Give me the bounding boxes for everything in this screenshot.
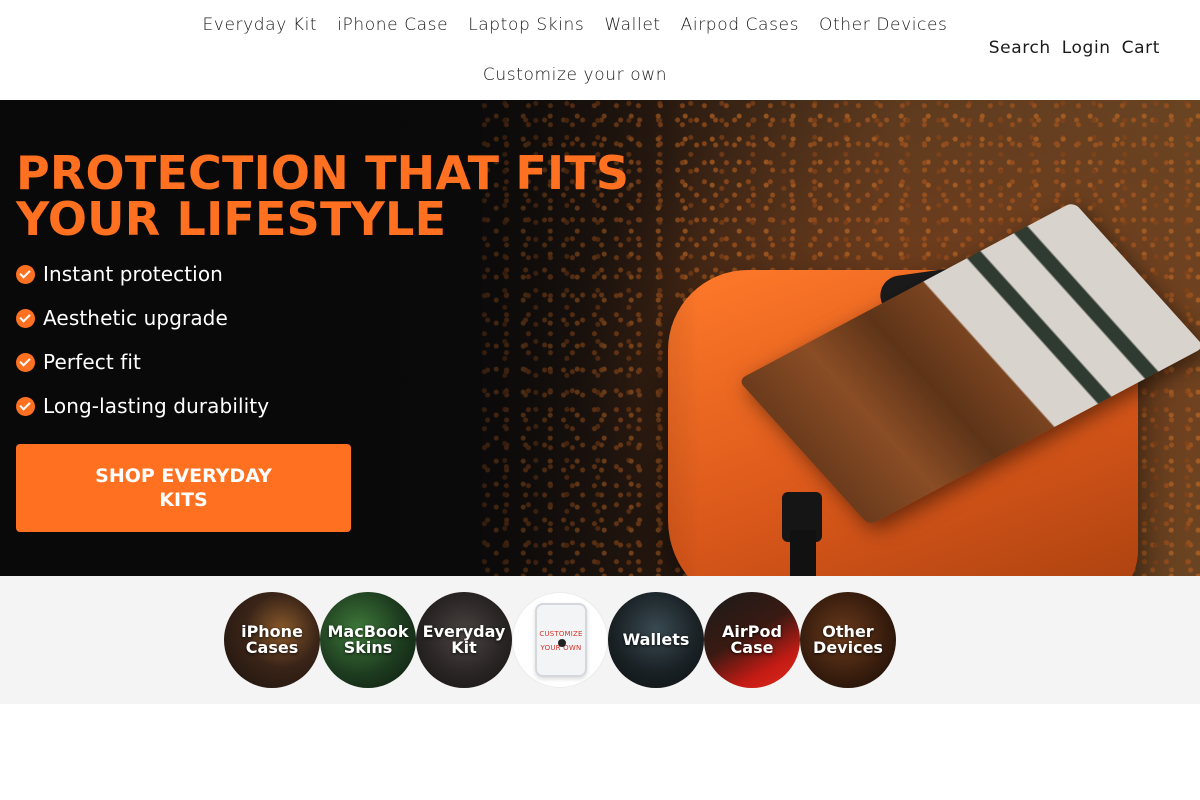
benefit-item: Long-lasting durability xyxy=(16,384,636,428)
category-everyday-kit[interactable]: Everyday Kit xyxy=(416,592,512,688)
check-icon xyxy=(16,396,35,416)
category-label: AirPod Case xyxy=(722,622,782,657)
site-header: Everyday Kit iPhone Case Laptop Skins Wa… xyxy=(0,0,1200,100)
nav-link-iphone-case[interactable]: iPhone Case xyxy=(337,15,448,35)
check-icon xyxy=(16,308,35,328)
category-customize-your-own[interactable]: CUSTOMIZE YOUR OWN xyxy=(512,592,608,688)
search-link[interactable]: Search xyxy=(989,38,1051,58)
nav-link-laptop-skins[interactable]: Laptop Skins xyxy=(468,15,584,35)
nav-row-primary: Everyday Kit iPhone Case Laptop Skins Wa… xyxy=(0,0,1150,50)
check-icon xyxy=(16,352,35,372)
benefit-text: Instant protection xyxy=(43,262,223,286)
main-nav: Everyday Kit iPhone Case Laptop Skins Wa… xyxy=(0,0,1150,100)
apple-logo-icon xyxy=(558,639,566,647)
check-icon xyxy=(16,264,35,284)
nav-link-customize[interactable]: Customize your own xyxy=(483,65,667,85)
shop-everyday-kits-button[interactable]: SHOP EVERYDAY KITS xyxy=(16,444,351,532)
benefit-text: Perfect fit xyxy=(43,350,141,374)
backpack-strap-lower xyxy=(790,530,816,576)
benefit-list: Instant protection Aesthetic upgrade Per… xyxy=(16,252,636,428)
benefit-item: Perfect fit xyxy=(16,340,636,384)
nav-link-other-devices[interactable]: Other Devices xyxy=(819,15,947,35)
benefit-item: Instant protection xyxy=(16,252,636,296)
cta-label: SHOP EVERYDAY KITS xyxy=(95,465,272,511)
category-label: iPhone Cases xyxy=(241,622,303,657)
category-label: MacBook Skins xyxy=(327,622,409,657)
category-iphone-cases[interactable]: iPhone Cases xyxy=(224,592,320,688)
login-link[interactable]: Login xyxy=(1062,38,1111,58)
category-list: iPhone Cases MacBook Skins Everyday Kit … xyxy=(224,592,896,688)
category-macbook-skins[interactable]: MacBook Skins xyxy=(320,592,416,688)
hero-title: PROTECTION THAT FITS YOUR LIFESTYLE xyxy=(16,150,636,242)
cart-link[interactable]: Cart xyxy=(1122,38,1160,58)
hero-banner: PROTECTION THAT FITS YOUR LIFESTYLE Inst… xyxy=(0,100,1200,576)
category-wallets[interactable]: Wallets xyxy=(608,592,704,688)
benefit-text: Aesthetic upgrade xyxy=(43,306,228,330)
benefit-item: Aesthetic upgrade xyxy=(16,296,636,340)
category-label: Wallets xyxy=(622,630,690,649)
nav-link-everyday-kit[interactable]: Everyday Kit xyxy=(202,15,317,35)
category-label: Everyday Kit xyxy=(422,622,506,657)
nav-row-secondary: Customize your own xyxy=(0,50,1150,100)
benefit-text: Long-lasting durability xyxy=(43,394,270,418)
tablet-image: CUSTOMIZE YOUR OWN xyxy=(535,603,587,677)
category-label: Other Devices xyxy=(813,622,883,657)
header-actions: Search Login Cart xyxy=(989,38,1160,58)
nav-link-wallet[interactable]: Wallet xyxy=(604,15,660,35)
category-airpod-case[interactable]: AirPod Case xyxy=(704,592,800,688)
category-other-devices[interactable]: Other Devices xyxy=(800,592,896,688)
hero-content: PROTECTION THAT FITS YOUR LIFESTYLE Inst… xyxy=(16,150,636,532)
category-strip: iPhone Cases MacBook Skins Everyday Kit … xyxy=(0,576,1200,704)
nav-link-airpod-cases[interactable]: Airpod Cases xyxy=(681,15,799,35)
hero-title-line-2: YOUR LIFESTYLE xyxy=(16,192,447,246)
